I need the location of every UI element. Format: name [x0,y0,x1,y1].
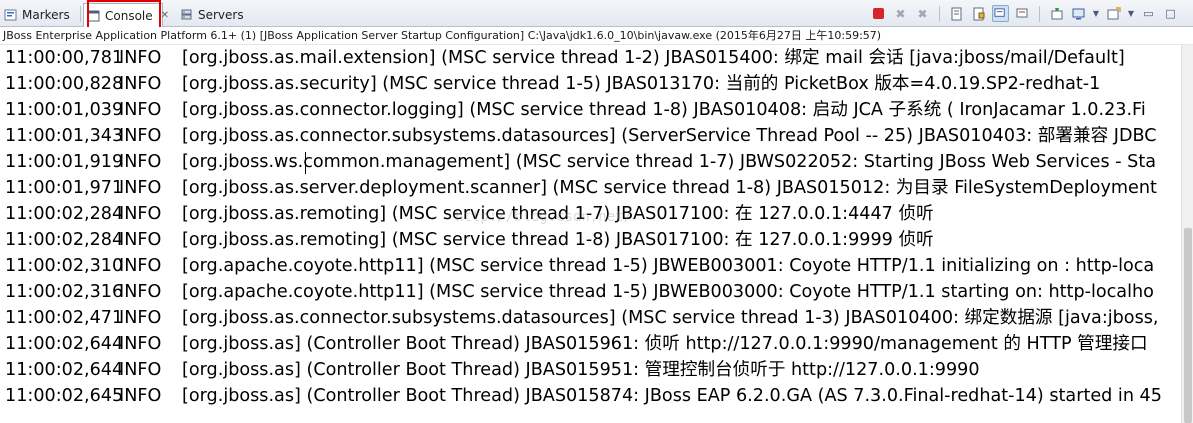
log-timestamp: 11:00:02,284 [5,230,124,250]
remove-all-terminated-icon[interactable]: ✖ [914,5,931,22]
console-output[interactable]: 11:00:00,781INFO [org.jboss.as.mail.exten… [0,45,1181,423]
log-line: 11:00:00,781INFO [org.jboss.as.mail.exten… [5,45,1125,71]
clear-console-icon[interactable] [948,5,965,22]
log-message: [org.jboss.as.security] (MSC service thr… [182,74,1101,94]
markers-icon [4,8,18,22]
log-timestamp: 11:00:02,316 [5,282,124,302]
log-message: [org.jboss.as] (Controller Boot Thread) … [182,334,1148,354]
log-timestamp: 11:00:01,971 [5,178,124,198]
log-message: [org.jboss.as.connector.subsystems.datas… [182,126,1157,146]
log-timestamp: 11:00:01,919 [5,152,124,172]
log-level: INFO [119,100,162,120]
log-message: [org.jboss.as.connector.logging] (MSC se… [182,100,1146,120]
log-level: INFO [119,152,162,172]
log-level: INFO [119,360,162,380]
console-toolbar: ✖ ✖ ▼ ▼ ▭ □ [870,5,1179,22]
log-line: 11:00:01,039INFO [org.jboss.as.connector.… [5,97,1146,123]
log-line: 11:00:02,644INFO [org.jboss.as] (Controll… [5,357,980,383]
log-level: INFO [119,282,162,302]
log-message: [org.jboss.as.remoting] (MSC service thr… [182,230,934,250]
console-icon [87,9,101,23]
display-selected-console-icon[interactable] [1070,5,1087,22]
log-message: [org.apache.coyote.http11] (MSC service … [182,282,1154,302]
pin-console-icon[interactable] [1048,5,1065,22]
tab-separator [80,6,81,22]
open-console-icon[interactable] [1105,5,1122,22]
log-line: 11:00:02,644INFO [org.jboss.as] (Controll… [5,331,1148,357]
show-on-stdout-icon[interactable] [992,5,1009,22]
console-launch-info: JBoss Enterprise Application Platform 6.… [0,27,1193,45]
close-icon[interactable]: ✕ [161,10,169,21]
log-message: [org.jboss.ws.common.management] (MSC se… [182,152,1157,172]
tab-markers[interactable]: Markers [4,3,70,27]
toolbar-separator [939,5,940,22]
scroll-lock-icon[interactable] [970,5,987,22]
log-level: INFO [119,74,162,94]
log-level: INFO [119,48,162,68]
log-timestamp: 11:00:01,343 [5,126,124,146]
log-line: 11:00:02,284INFO [org.jboss.as.remoting] … [5,227,934,253]
log-message: [org.jboss.as.server.deployment.scanner]… [182,178,1157,198]
log-message: [org.jboss.as] (Controller Boot Thread) … [182,386,1162,406]
log-level: INFO [119,256,162,276]
log-level: INFO [119,308,162,328]
maximize-icon[interactable]: □ [1162,5,1179,22]
log-timestamp: 11:00:02,471 [5,308,124,328]
log-line: 11:00:02,310INFO [org.apache.coyote.http1… [5,253,1154,279]
log-message: [org.jboss.as.mail.extension] (MSC servi… [182,48,1125,68]
log-message: [org.jboss.as.connector.subsystems.datas… [182,308,1159,328]
tab-console[interactable]: Console ✕ [83,3,169,27]
remove-launch-icon[interactable]: ✖ [892,5,909,22]
open-console-dropdown-icon[interactable]: ▼ [1127,5,1135,22]
servers-icon [180,8,194,22]
log-line: 11:00:01,919INFO [org.jboss.ws.common.man… [5,149,1156,175]
log-line: 11:00:01,971INFO [org.jboss.as.server.dep… [5,175,1157,201]
log-timestamp: 11:00:00,828 [5,74,124,94]
log-timestamp: 11:00:02,284 [5,204,124,224]
tab-markers-label: Markers [22,8,70,22]
log-level: INFO [119,334,162,354]
log-message: [org.jboss.as] (Controller Boot Thread) … [182,360,980,380]
log-level: INFO [119,204,162,224]
toolbar-separator [1039,5,1040,22]
log-line: 11:00:00,828INFO [org.jboss.as.security] … [5,71,1100,97]
vertical-scrollbar[interactable] [1181,45,1193,423]
log-line: 11:00:02,645INFO [org.jboss.as] (Controll… [5,383,1162,409]
log-timestamp: 11:00:01,039 [5,100,124,120]
tab-servers-label: Servers [198,8,244,22]
log-timestamp: 11:00:02,644 [5,334,124,354]
log-timestamp: 11:00:02,644 [5,360,124,380]
log-timestamp: 11:00:02,645 [5,386,124,406]
log-level: INFO [119,178,162,198]
log-message: [org.apache.coyote.http11] (MSC service … [182,256,1155,276]
log-timestamp: 11:00:00,781 [5,48,124,68]
show-on-stderr-icon[interactable] [1014,5,1031,22]
minimize-icon[interactable]: ▭ [1140,5,1157,22]
tab-servers[interactable]: Servers [180,3,244,27]
log-timestamp: 11:00:02,310 [5,256,124,276]
text-caret [305,152,306,174]
log-line: 11:00:02,471INFO [org.jboss.as.connector.… [5,305,1159,331]
watermark: http://blog.csdn.net/ [455,209,633,225]
log-level: INFO [119,126,162,146]
view-tab-bar: Markers Console ✕ Servers ✖ ✖ ▼ ▼ ▭ □ [0,0,1193,27]
tab-console-label: Console [105,8,153,23]
display-selected-console-dropdown-icon[interactable]: ▼ [1092,5,1100,22]
log-line: 11:00:02,316INFO [org.apache.coyote.http1… [5,279,1154,305]
terminate-icon[interactable] [870,5,887,22]
log-line: 11:00:01,343INFO [org.jboss.as.connector.… [5,123,1157,149]
log-level: INFO [119,386,162,406]
scrollbar-thumb[interactable] [1184,228,1192,423]
log-level: INFO [119,230,162,250]
